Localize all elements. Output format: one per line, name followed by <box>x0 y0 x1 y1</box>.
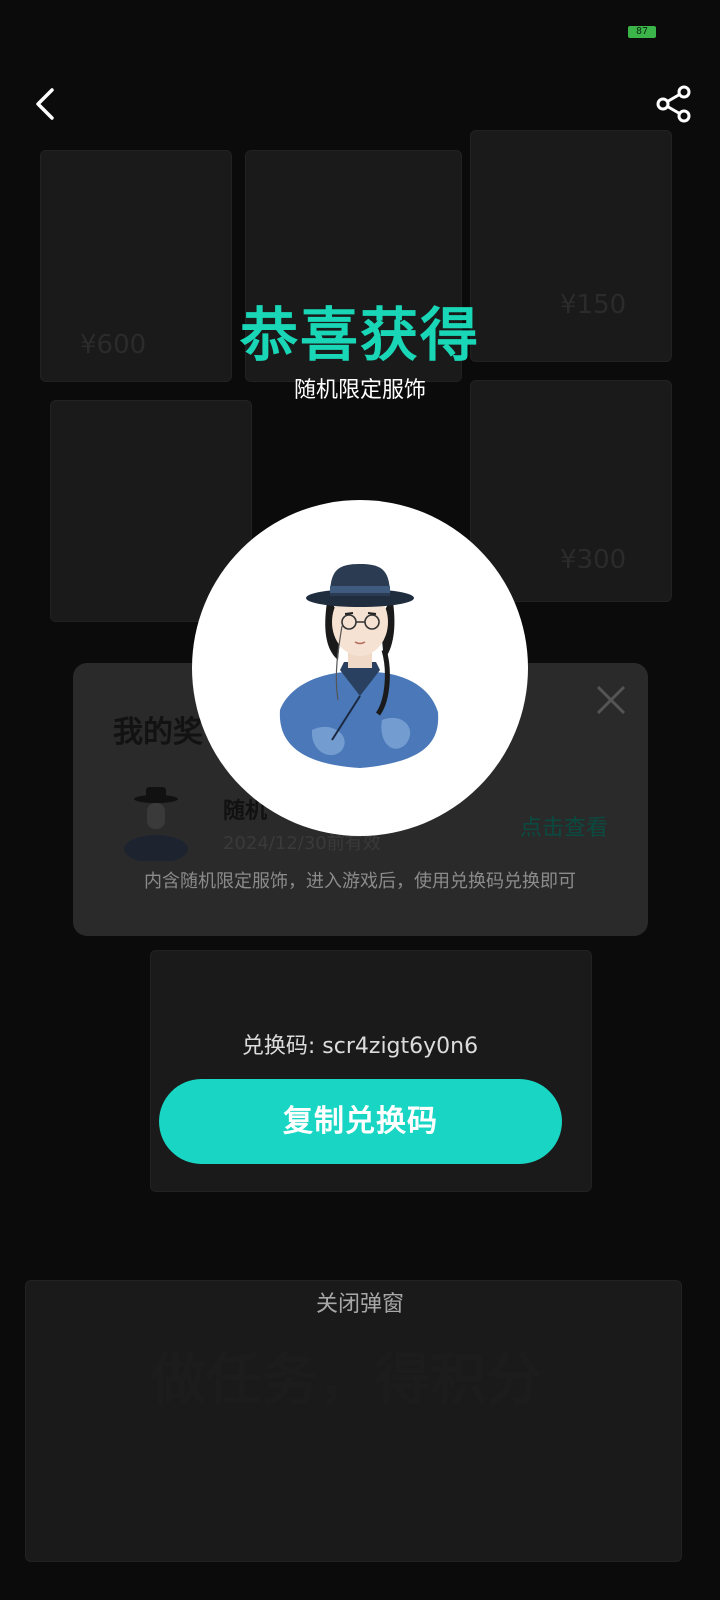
panel-description: 内含随机限定服饰，进入游戏后，使用兑换码兑换即可 <box>144 871 576 892</box>
character-illustration <box>279 564 439 768</box>
bg-price: ¥300 <box>560 545 627 575</box>
panel-close-button[interactable] <box>594 683 628 717</box>
share-icon <box>656 85 691 123</box>
redeem-code-value: scr4zigt6y0n6 <box>322 1034 479 1059</box>
chevron-left-icon <box>36 88 54 120</box>
popup-title: 恭喜获得 <box>239 301 480 369</box>
bg-slogan: 做任务，得积分 <box>150 1348 542 1413</box>
view-details-link[interactable]: 点击查看 <box>520 810 608 842</box>
reward-avatar <box>192 500 528 836</box>
popup-subtitle: 随机限定服饰 <box>293 378 426 403</box>
close-icon <box>596 685 626 715</box>
panel-item-thumbnail <box>121 781 191 863</box>
bg-card <box>25 1280 682 1562</box>
redeem-code-line: 兑换码: scr4zigt6y0n6 <box>0 1028 720 1060</box>
share-button[interactable] <box>654 84 694 124</box>
panel-title: 我的奖 <box>113 715 203 750</box>
redeem-code-label: 兑换码: <box>241 1034 323 1059</box>
back-button[interactable] <box>26 84 66 124</box>
battery-indicator: 87 <box>628 26 656 38</box>
copy-code-button[interactable]: 复制兑换码 <box>159 1079 562 1164</box>
character-thumbnail-icon <box>124 787 188 863</box>
close-popup-button[interactable]: 关闭弹窗 <box>0 1286 720 1318</box>
